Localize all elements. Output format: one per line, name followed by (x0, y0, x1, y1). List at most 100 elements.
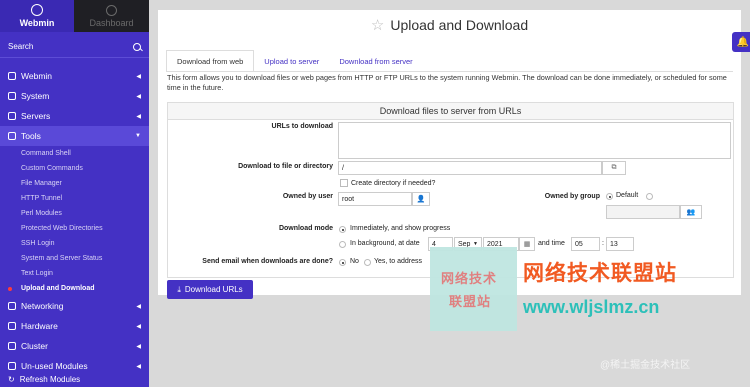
sidebar-search[interactable]: Search (0, 36, 149, 58)
sidebar-item-cluster[interactable]: Cluster ◀ (0, 336, 149, 356)
dashboard-tab[interactable]: Dashboard (74, 0, 149, 32)
sidebar-item-networking[interactable]: Networking ◀ (0, 296, 149, 316)
sidebar-item-label: System (21, 91, 50, 101)
star-icon[interactable]: ☆ (371, 16, 384, 34)
sidebar: Webmin Dashboard Search Webmin ◀ System … (0, 0, 149, 387)
wrench-icon (8, 132, 16, 140)
email-yes-radio[interactable] (364, 259, 371, 266)
dest-input[interactable]: / (338, 161, 602, 175)
brand-tab[interactable]: Webmin (0, 0, 74, 32)
watermark-source: @稀土掘金技术社区 (600, 360, 691, 371)
refresh-label: Refresh Modules (19, 375, 81, 384)
group-chooser-icon[interactable]: 👥 (680, 205, 702, 219)
sidebar-item-label: Hardware (21, 321, 58, 331)
time-separator: : (602, 240, 604, 247)
sidebar-item-webmin[interactable]: Webmin ◀ (0, 66, 149, 86)
search-icon[interactable] (133, 42, 141, 51)
dest-label: Download to file or directory (238, 163, 333, 170)
brand-title: Webmin (19, 18, 55, 28)
dashboard-label: Dashboard (89, 17, 134, 28)
watermark-text-big: 网络技术联盟站 (523, 262, 677, 285)
bell-icon[interactable]: 🔔 (732, 32, 750, 52)
search-label: Search (8, 42, 34, 51)
tab-download-from-server[interactable]: Download from server (329, 50, 422, 72)
group-input[interactable] (606, 205, 680, 219)
server-icon (8, 112, 16, 120)
mode-label: Download mode (278, 225, 333, 232)
sidebar-subitem-command-shell[interactable]: Command Shell (0, 146, 149, 161)
sidebar-item-label: Webmin (21, 71, 53, 81)
sidebar-subitem-custom-commands[interactable]: Custom Commands (0, 161, 149, 176)
chevron-left-icon: ◀ (136, 73, 141, 80)
mode-background-label: In background, at date (350, 240, 420, 247)
gear-icon (8, 72, 16, 80)
sidebar-item-unused-modules[interactable]: Un-used Modules ◀ (0, 356, 149, 376)
cluster-icon (8, 342, 16, 350)
sidebar-item-tools[interactable]: Tools ▼ (0, 126, 149, 146)
sidebar-subitem-file-manager[interactable]: File Manager (0, 176, 149, 191)
puzzle-icon (8, 362, 16, 370)
file-chooser-icon[interactable]: ⧉ (602, 161, 626, 175)
tab-upload-to-server[interactable]: Upload to server (254, 50, 329, 72)
dashboard-icon (106, 4, 117, 16)
sidebar-subitem-protected-web-directories[interactable]: Protected Web Directories (0, 221, 149, 236)
tab-download-from-web[interactable]: Download from web (166, 50, 255, 72)
watermark-box (430, 247, 517, 331)
chevron-left-icon: ◀ (136, 343, 141, 350)
sidebar-item-servers[interactable]: Servers ◀ (0, 106, 149, 126)
sidebar-subitem-upload-download[interactable]: Upload and Download (0, 281, 149, 296)
page-description: This form allows you to download files o… (167, 73, 727, 92)
sidebar-item-label: Servers (21, 111, 51, 121)
refresh-modules-link[interactable]: ↻ Refresh Modules (8, 375, 80, 384)
webmin-logo-icon (31, 4, 43, 16)
calendar-icon[interactable]: ▦ (519, 237, 535, 251)
sidebar-item-label: Networking (21, 301, 64, 311)
sidebar-item-label: Cluster (21, 341, 48, 351)
create-dir-checkbox[interactable] (340, 179, 348, 187)
watermark-text-small-2: 联盟站 (449, 294, 492, 309)
urls-textarea[interactable] (338, 122, 731, 159)
group-label: Owned by group (544, 193, 600, 200)
page-title: Upload and Download (390, 17, 529, 33)
watermark-url: www.wljslmz.cn (523, 297, 660, 317)
group-default-label: Default (616, 192, 639, 199)
tab-bar: Download from web Upload to server Downl… (166, 50, 423, 72)
download-urls-label: Download URLs (184, 285, 243, 294)
sidebar-item-label: Un-used Modules (21, 361, 88, 371)
email-no-radio[interactable] (339, 259, 346, 266)
monitor-icon (8, 92, 16, 100)
user-chooser-icon[interactable]: 👤 (412, 192, 430, 206)
download-urls-button[interactable]: ⤓ Download URLs (167, 280, 253, 299)
sidebar-subitem-http-tunnel[interactable]: HTTP Tunnel (0, 191, 149, 206)
sidebar-item-system[interactable]: System ◀ (0, 86, 149, 106)
chevron-left-icon: ◀ (136, 363, 141, 370)
tab-divider (166, 71, 733, 72)
sidebar-item-label: Tools (21, 131, 41, 141)
owner-label: Owned by user (282, 193, 333, 200)
email-yes-label: Yes, to address (374, 258, 422, 265)
sidebar-item-hardware[interactable]: Hardware ◀ (0, 316, 149, 336)
chevron-left-icon: ◀ (136, 303, 141, 310)
time-minute-input[interactable]: 13 (606, 237, 634, 251)
group-default-radio[interactable] (606, 193, 613, 200)
sidebar-subitem-system-server-status[interactable]: System and Server Status (0, 251, 149, 266)
group-custom-radio[interactable] (646, 193, 653, 200)
form-header: Download files to server from URLs (168, 103, 733, 120)
create-dir-label: Create directory if needed? (351, 180, 436, 187)
sidebar-subitem-perl-modules[interactable]: Perl Modules (0, 206, 149, 221)
hardware-icon (8, 322, 16, 330)
email-no-label: No (350, 258, 359, 265)
owner-input[interactable]: root (338, 192, 412, 206)
sidebar-subitem-ssh-login[interactable]: SSH Login (0, 236, 149, 251)
chevron-left-icon: ◀ (136, 113, 141, 120)
watermark-text-small-1: 网络技术 (441, 271, 498, 286)
time-label: and time (538, 240, 565, 247)
download-icon: ⤓ (177, 284, 181, 294)
mode-immediate-label: Immediately, and show progress (350, 225, 451, 232)
sidebar-subitem-text-login[interactable]: Text Login (0, 266, 149, 281)
chevron-left-icon: ◀ (136, 93, 141, 100)
mode-background-radio[interactable] (339, 241, 346, 248)
mode-immediate-radio[interactable] (339, 226, 346, 233)
time-hour-input[interactable]: 05 (571, 237, 600, 251)
chevron-down-icon: ▼ (135, 133, 141, 139)
